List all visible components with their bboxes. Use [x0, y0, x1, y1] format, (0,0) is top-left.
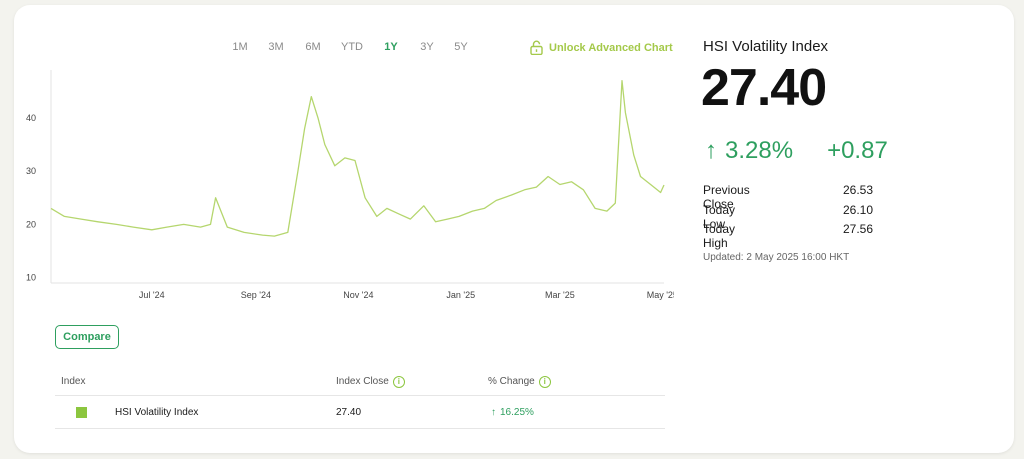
row-close: 27.40 [336, 396, 361, 428]
period-1m[interactable]: 1M [222, 41, 258, 53]
stat-label: Today High [703, 222, 736, 250]
info-icon[interactable]: i [392, 375, 405, 388]
period-3m[interactable]: 3M [258, 41, 294, 53]
header-close-label: Index Close [336, 376, 389, 387]
x-tick-label: Jul '24 [139, 290, 165, 300]
y-tick-label: 40 [26, 113, 36, 123]
row-index-name: HSI Volatility Index [115, 396, 198, 428]
row-name-text: HSI Volatility Index [115, 406, 199, 418]
row-change: ↑ 16.25% [491, 396, 534, 428]
series-color-swatch [76, 396, 87, 428]
index-table: Index Index Close i % Change i HSI Volat… [55, 368, 665, 429]
row-change-text: 16.25% [500, 406, 534, 418]
stat-value: 26.10 [843, 202, 874, 217]
unlock-label: Unlock Advanced Chart [549, 41, 673, 54]
arrow-up-icon: ↑ [491, 406, 496, 418]
change-percent: 3.28% [725, 137, 794, 164]
table-row: HSI Volatility Index 27.40 ↑ 16.25% [55, 396, 665, 429]
y-tick-label: 10 [26, 273, 36, 283]
series-line [50, 80, 665, 237]
index-value: 27.40 [701, 59, 827, 117]
x-tick-label: Mar '25 [545, 290, 575, 300]
period-6m[interactable]: 6M [294, 41, 332, 53]
stat-value: 27.56 [843, 222, 874, 236]
period-selector: 1M 3M 6M YTD 1Y 3Y 5Y [222, 41, 478, 53]
compare-button[interactable]: Compare [55, 325, 119, 349]
y-tick-label: 30 [26, 166, 36, 176]
period-ytd[interactable]: YTD [332, 41, 372, 53]
y-tick-label: 20 [26, 219, 36, 229]
period-5y[interactable]: 5Y [444, 41, 478, 53]
lock-icon [530, 40, 543, 55]
x-tick-label: Jan '25 [446, 290, 475, 300]
info-icon[interactable]: i [538, 375, 551, 388]
updated-timestamp: Updated: 2 May 2025 16:00 HKT [703, 252, 850, 263]
index-title: HSI Volatility Index [703, 38, 829, 55]
header-close: Index Close i [336, 368, 405, 395]
x-tick-label: May '25 [647, 290, 674, 300]
header-change-label: % Change [488, 376, 535, 387]
header-change: % Change i [488, 368, 551, 395]
arrow-up-icon: ↑ [705, 137, 717, 164]
row-close-text: 27.40 [336, 406, 362, 418]
period-3y[interactable]: 3Y [410, 41, 444, 53]
stat-value: 26.53 [843, 183, 874, 197]
index-line-chart: 10 20 30 40 Jul '24 Sep '24 Nov '24 Jan '25 Mar … [26, 70, 674, 300]
table-header: Index Index Close i % Change i [55, 368, 665, 396]
change-absolute: +0.87 [827, 137, 888, 164]
header-index-label: Index [61, 376, 86, 387]
change-row: ↑ 3.28% +0.87 [705, 137, 888, 165]
header-index: Index [61, 368, 85, 395]
x-tick-label: Sep '24 [241, 290, 271, 300]
period-1y[interactable]: 1Y [372, 41, 410, 53]
x-tick-label: Nov '24 [343, 290, 373, 300]
swatch-square [76, 406, 87, 418]
unlock-advanced-chart-link[interactable]: Unlock Advanced Chart [530, 40, 673, 55]
